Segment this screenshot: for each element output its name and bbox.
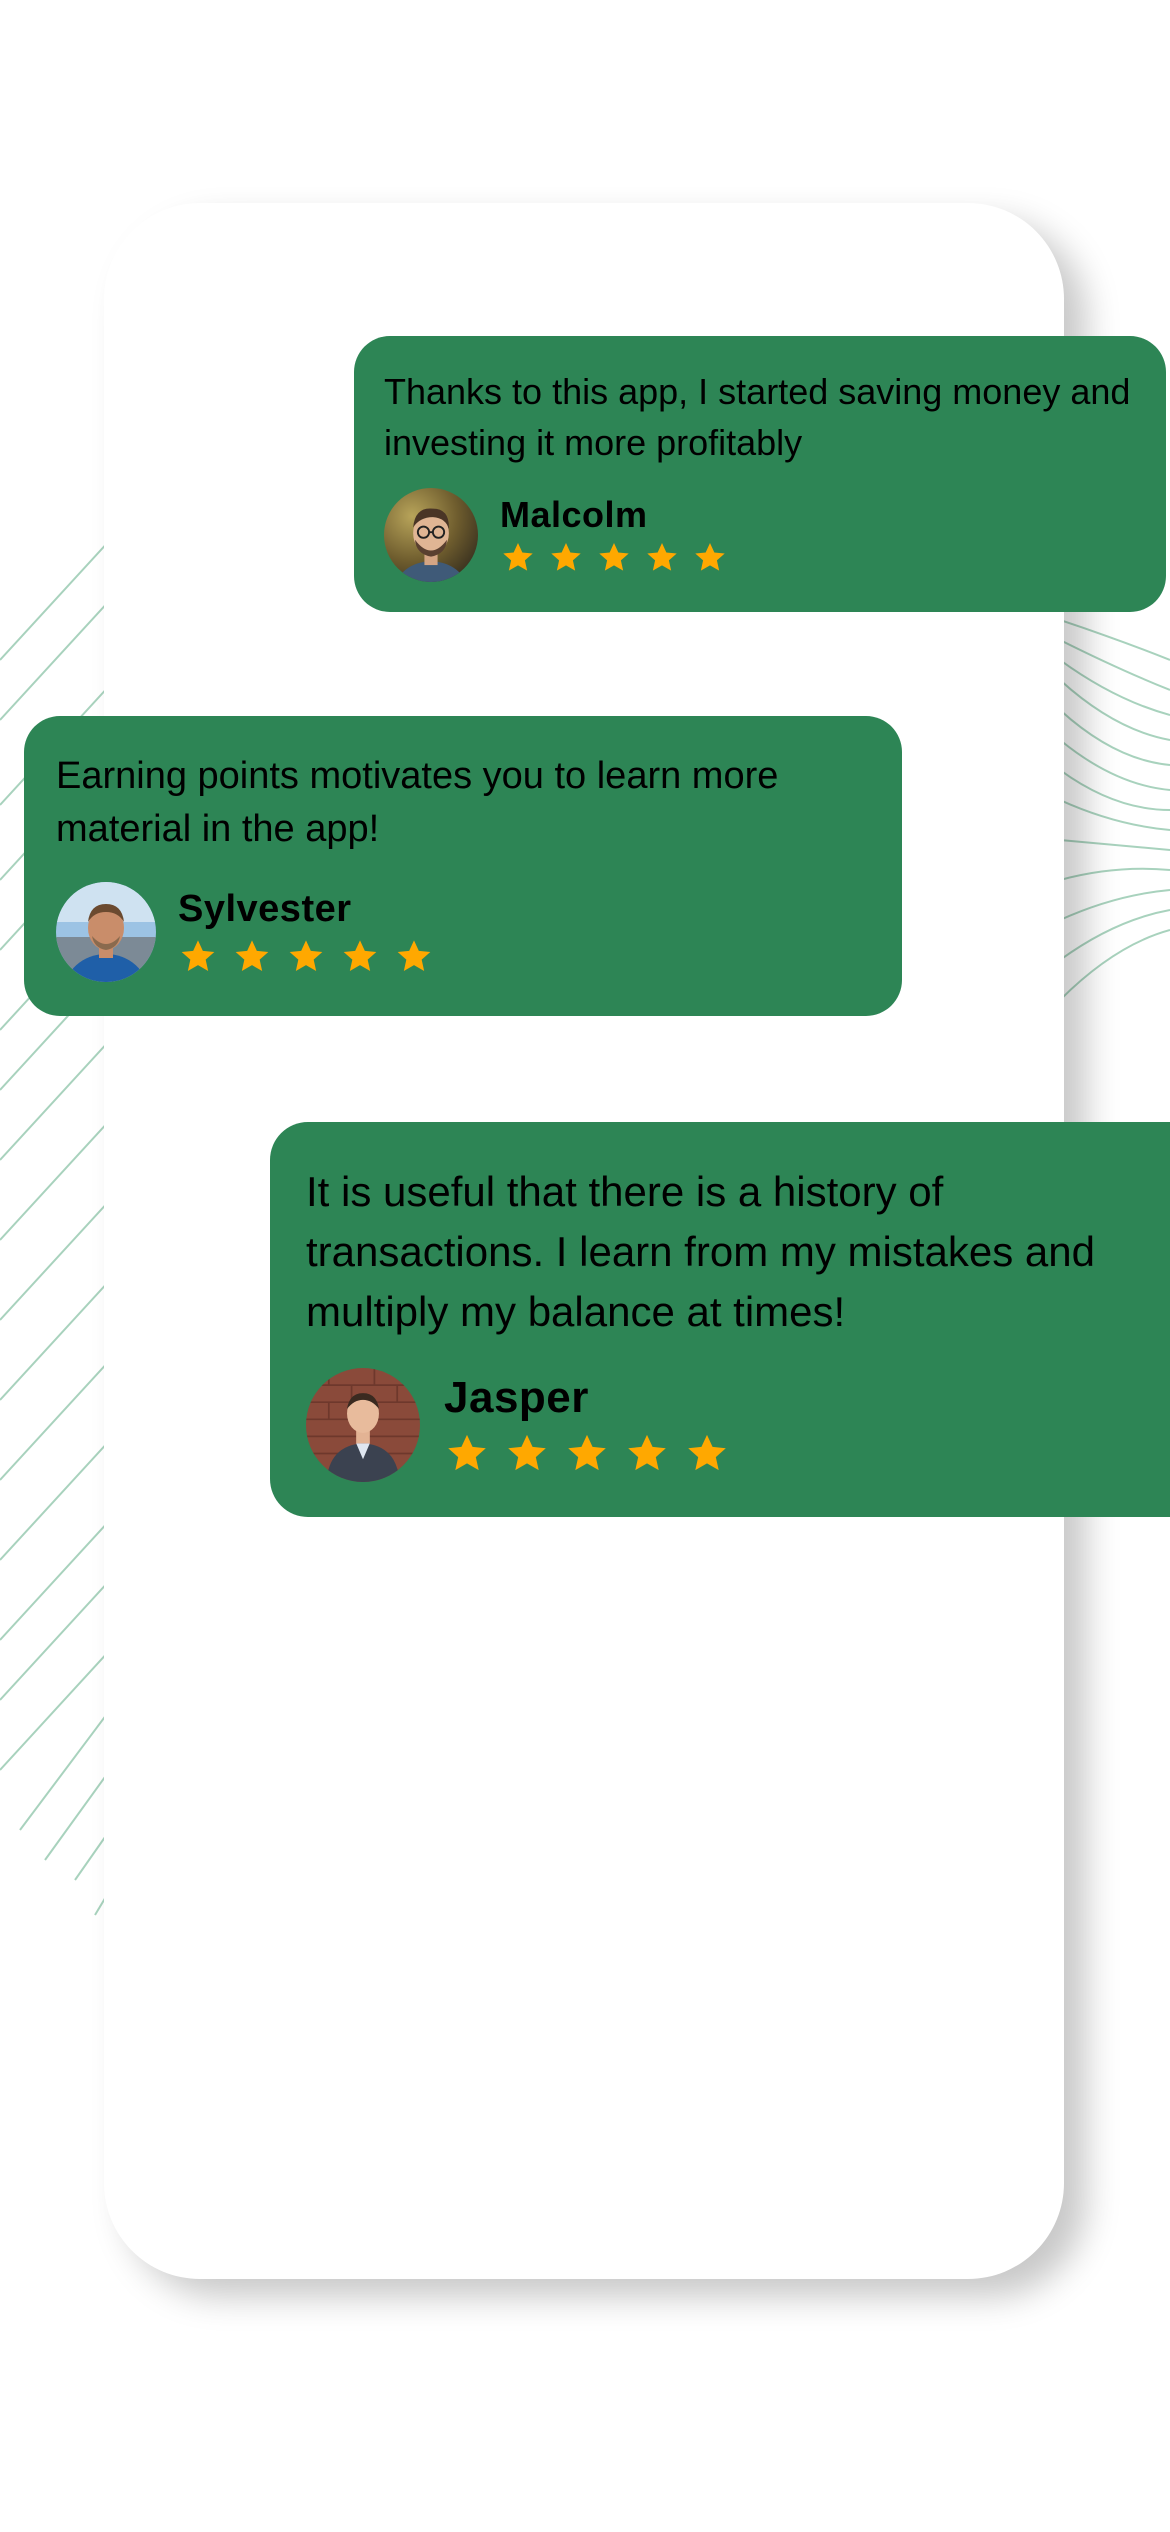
testimonial-card-sylvester: Earning points motivates you to learn mo… (24, 716, 902, 1016)
rating-stars (500, 540, 740, 576)
star-icon (692, 540, 728, 576)
star-icon (286, 937, 326, 977)
testimonial-author: Sylvester (56, 882, 448, 982)
star-icon (394, 937, 434, 977)
star-icon (596, 540, 632, 576)
testimonial-text: It is useful that there is a history of … (306, 1168, 1095, 1335)
decorative-curved-lines-right (1060, 619, 1170, 1001)
star-icon (564, 1431, 610, 1477)
testimonial-author: Malcolm (384, 488, 740, 582)
rating-stars (444, 1431, 744, 1477)
star-icon (178, 937, 218, 977)
star-icon (548, 540, 584, 576)
author-name: Malcolm (500, 494, 648, 535)
man-in-suit-avatar (306, 1368, 420, 1482)
testimonial-author: Jasper (306, 1368, 744, 1482)
star-icon (444, 1431, 490, 1477)
author-name: Jasper (444, 1373, 589, 1422)
man-with-glasses-avatar (384, 488, 478, 582)
star-icon (684, 1431, 730, 1477)
star-icon (624, 1431, 670, 1477)
testimonial-card-malcolm: Thanks to this app, I started saving mon… (354, 336, 1166, 612)
star-icon (500, 540, 536, 576)
man-blue-jacket-avatar (56, 882, 156, 982)
testimonial-text: Earning points motivates you to learn mo… (56, 755, 779, 850)
testimonial-card-jasper: It is useful that there is a history of … (270, 1122, 1170, 1517)
star-icon (340, 937, 380, 977)
star-icon (644, 540, 680, 576)
star-icon (504, 1431, 550, 1477)
testimonial-text: Thanks to this app, I started saving mon… (384, 371, 1131, 463)
star-icon (232, 937, 272, 977)
rating-stars (178, 937, 448, 977)
author-name: Sylvester (178, 887, 352, 930)
